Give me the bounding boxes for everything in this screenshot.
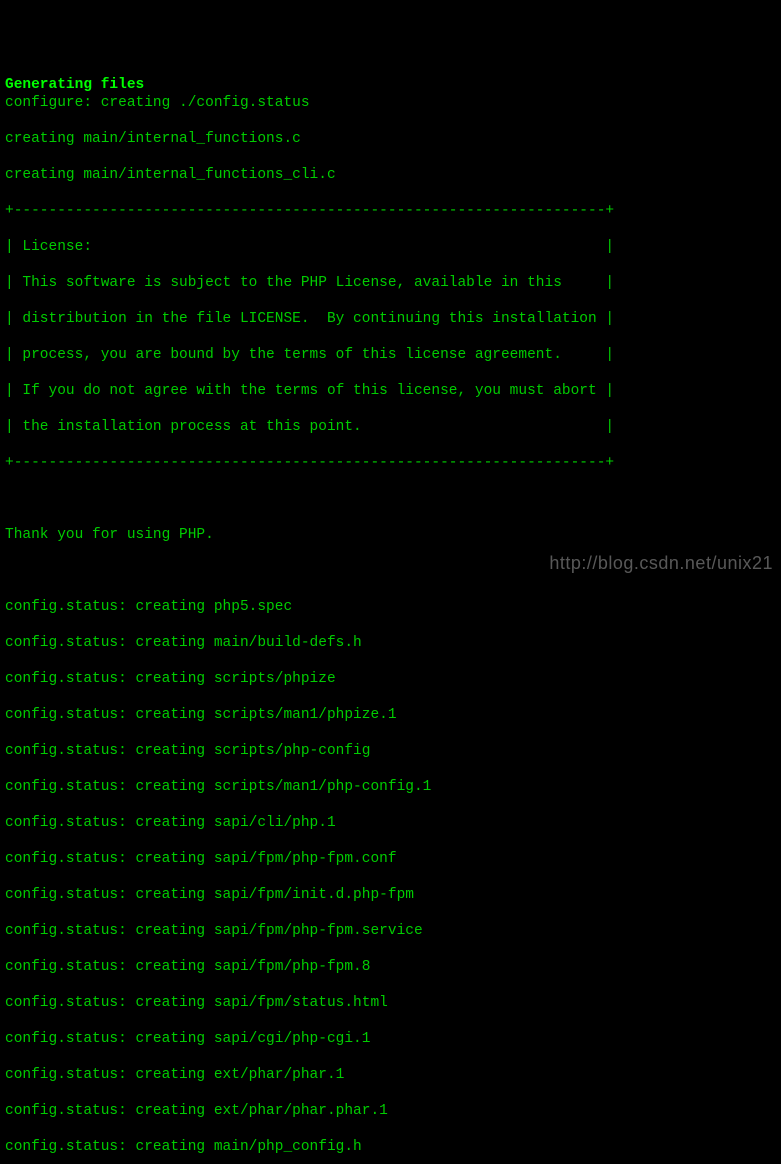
license-line: | If you do not agree with the terms of … xyxy=(5,382,776,400)
status-line: config.status: creating scripts/php-conf… xyxy=(5,742,776,760)
heading-generating-files: Generating files xyxy=(5,77,144,93)
status-line: config.status: creating sapi/fpm/php-fpm… xyxy=(5,922,776,940)
license-line: | This software is subject to the PHP Li… xyxy=(5,274,776,292)
status-line: config.status: creating scripts/man1/php… xyxy=(5,778,776,796)
status-line: config.status: creating scripts/phpize xyxy=(5,670,776,688)
status-line: config.status: creating sapi/cgi/php-cgi… xyxy=(5,1030,776,1048)
output-line: creating main/internal_functions_cli.c xyxy=(5,166,776,184)
blank-line xyxy=(5,562,776,580)
status-line: config.status: creating main/build-defs.… xyxy=(5,634,776,652)
license-line: | distribution in the file LICENSE. By c… xyxy=(5,310,776,328)
status-line: config.status: creating main/php_config.… xyxy=(5,1138,776,1156)
status-line: config.status: creating ext/phar/phar.ph… xyxy=(5,1102,776,1120)
status-line: config.status: creating sapi/fpm/php-fpm… xyxy=(5,958,776,976)
blank-line xyxy=(5,490,776,508)
status-line: config.status: creating php5.spec xyxy=(5,598,776,616)
status-line: config.status: creating sapi/fpm/init.d.… xyxy=(5,886,776,904)
output-line: configure: creating ./config.status xyxy=(5,94,776,112)
status-line: config.status: creating sapi/fpm/status.… xyxy=(5,994,776,1012)
status-line: config.status: creating ext/phar/phar.1 xyxy=(5,1066,776,1084)
thank-you-line: Thank you for using PHP. xyxy=(5,526,776,544)
output-line: creating main/internal_functions.c xyxy=(5,130,776,148)
license-line: | License: | xyxy=(5,238,776,256)
status-line: config.status: creating sapi/cli/php.1 xyxy=(5,814,776,832)
box-border-top: +---------------------------------------… xyxy=(5,202,776,220)
license-line: | process, you are bound by the terms of… xyxy=(5,346,776,364)
status-line: config.status: creating sapi/fpm/php-fpm… xyxy=(5,850,776,868)
box-border-bottom: +---------------------------------------… xyxy=(5,454,776,472)
status-line: config.status: creating scripts/man1/php… xyxy=(5,706,776,724)
license-line: | the installation process at this point… xyxy=(5,418,776,436)
